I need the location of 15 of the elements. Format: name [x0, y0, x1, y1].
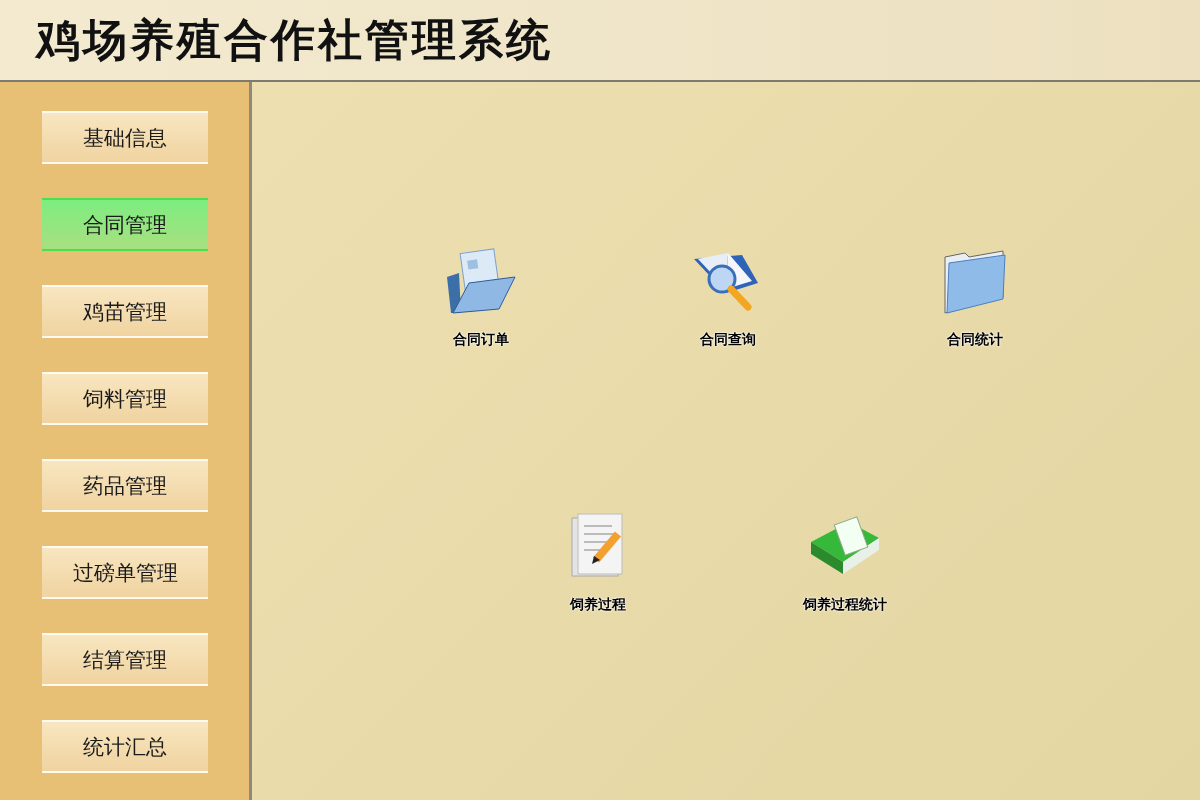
shortcut-button[interactable]: 饲养过程统计: [785, 512, 905, 614]
nav-button[interactable]: 饲料管理: [42, 372, 208, 425]
shortcut-button[interactable]: 合同订单: [421, 247, 541, 349]
nav-button[interactable]: 过磅单管理: [42, 546, 208, 599]
nav-button[interactable]: 统计汇总: [42, 720, 208, 773]
app-title: 鸡场养殖合作社管理系统: [36, 12, 553, 67]
shortcut-button[interactable]: 合同查询: [668, 247, 788, 349]
nav-button[interactable]: 鸡苗管理: [42, 285, 208, 338]
nav-button[interactable]: 结算管理: [42, 633, 208, 686]
nav-button[interactable]: 药品管理: [42, 459, 208, 512]
document-folder-icon: [445, 247, 517, 317]
shortcut-button[interactable]: 饲养过程: [538, 512, 658, 614]
nav-button[interactable]: 基础信息: [42, 111, 208, 164]
shortcut-button[interactable]: 合同统计: [915, 247, 1035, 349]
nav-button[interactable]: 合同管理: [42, 198, 208, 251]
